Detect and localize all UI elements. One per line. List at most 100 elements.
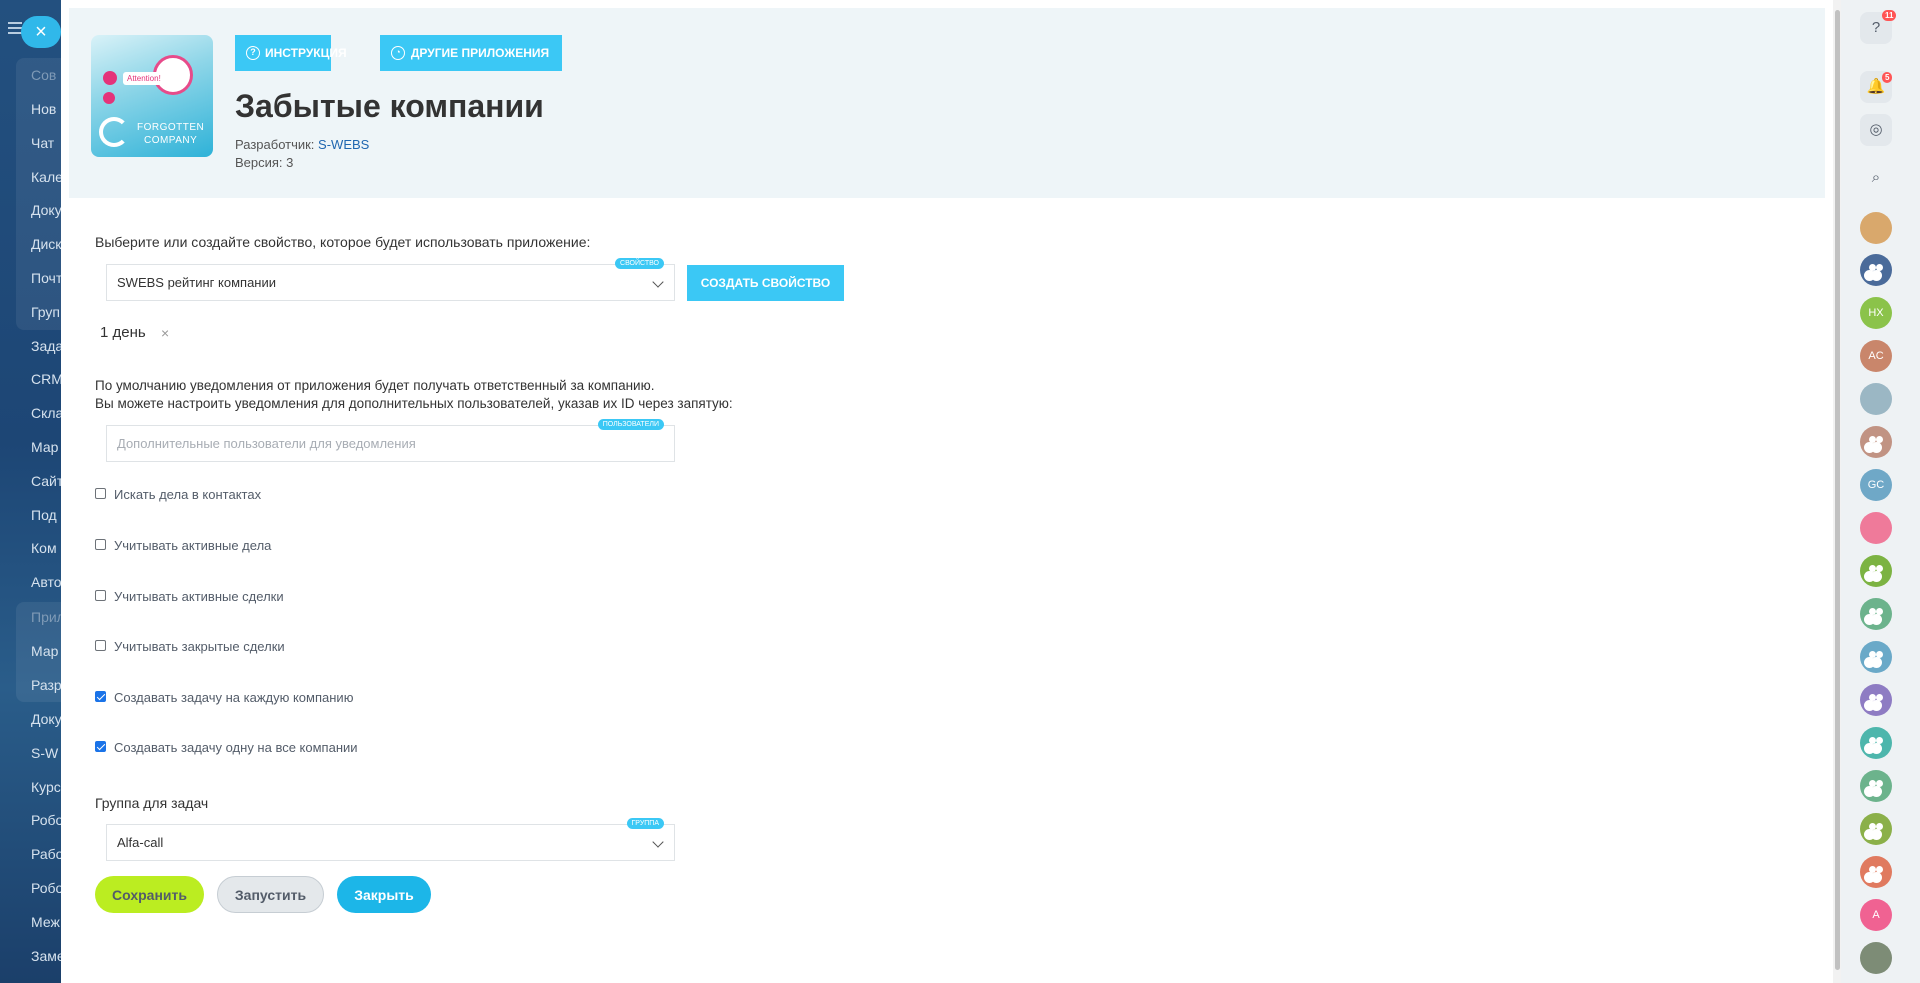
avatar[interactable] bbox=[1860, 212, 1892, 244]
checkbox[interactable] bbox=[95, 590, 106, 601]
property-select[interactable]: SWEBS рейтинг компании свойство bbox=[106, 258, 675, 301]
checkbox[interactable] bbox=[95, 640, 106, 651]
property-selected: SWEBS рейтинг компании bbox=[117, 275, 277, 290]
sidebar-item[interactable]: Разр bbox=[31, 677, 62, 693]
group-chat-icon[interactable] bbox=[1860, 770, 1892, 802]
users-tag: пользователи bbox=[597, 419, 664, 430]
developer-info: Разработчик: S-WEBS bbox=[235, 137, 369, 152]
other-apps-button[interactable]: ◔ Другие приложения bbox=[380, 35, 562, 71]
menu-icon[interactable] bbox=[8, 22, 22, 34]
sidebar-item[interactable]: Курс bbox=[31, 779, 61, 795]
sidebar-item[interactable]: Робо bbox=[31, 812, 63, 828]
instruction-button[interactable]: ? Инструкция bbox=[235, 35, 347, 71]
task-group-select[interactable]: Alfa-call группа bbox=[106, 818, 675, 861]
help-badge: 11 bbox=[1882, 10, 1897, 21]
version: Версия: 3 bbox=[235, 155, 294, 170]
sidebar-item[interactable]: Ком bbox=[31, 540, 57, 556]
sidebar-item[interactable]: Прил bbox=[31, 609, 65, 625]
sidebar-item[interactable]: Доку bbox=[31, 202, 62, 218]
sidebar-item[interactable]: Сайт bbox=[31, 473, 63, 489]
notify-line2: Вы можете настроить уведомления для допо… bbox=[95, 396, 733, 411]
sidebar-item[interactable]: Почт bbox=[31, 270, 62, 286]
close-slider-button[interactable]: × bbox=[21, 16, 61, 48]
sidebar-item[interactable]: Под bbox=[31, 507, 57, 523]
sidebar-item[interactable]: Заме bbox=[31, 948, 65, 964]
sidebar-item[interactable]: Робо bbox=[31, 880, 63, 896]
option-label: Создавать задачу на каждую компанию bbox=[114, 690, 354, 705]
checkbox[interactable] bbox=[95, 539, 106, 550]
avatar[interactable] bbox=[1860, 383, 1892, 415]
avatar[interactable]: GC bbox=[1860, 469, 1892, 501]
avatar[interactable]: A bbox=[1860, 899, 1892, 931]
option-label: Искать дела в контактах bbox=[114, 487, 262, 502]
app-panel: Attention! FORGOTTEN COMPANY ? Инструкци… bbox=[61, 0, 1833, 983]
save-button[interactable]: Сохранить bbox=[95, 876, 204, 913]
option-label: Создавать задачу одну на все компании bbox=[114, 740, 358, 755]
other-apps-label: Другие приложения bbox=[410, 46, 550, 60]
option-label: Учитывать активные сделки bbox=[114, 589, 284, 604]
chevron-down-icon bbox=[652, 836, 664, 848]
avatar[interactable] bbox=[1860, 942, 1892, 974]
chip-remove-icon[interactable]: × bbox=[161, 325, 169, 341]
group-chat-icon[interactable] bbox=[1860, 727, 1892, 759]
group-chat-icon[interactable] bbox=[1860, 598, 1892, 630]
sidebar-item[interactable]: Меж bbox=[31, 914, 60, 930]
check-icon bbox=[103, 92, 115, 104]
group-chat-icon[interactable] bbox=[1860, 641, 1892, 673]
close-button[interactable]: Закрыть bbox=[337, 876, 431, 913]
sidebar-item[interactable]: S-W bbox=[31, 745, 58, 761]
instruction-label: Инструкция bbox=[265, 46, 347, 60]
avatar[interactable]: AC bbox=[1860, 340, 1892, 372]
checkbox-checked[interactable] bbox=[95, 691, 106, 702]
property-tag: свойство bbox=[615, 258, 664, 269]
users-placeholder: Дополнительные пользователи для уведомле… bbox=[117, 436, 416, 451]
page-title: Забытые компании bbox=[235, 88, 544, 124]
sidebar-item[interactable]: Кале bbox=[31, 169, 63, 185]
sidebar-item[interactable]: Скла bbox=[31, 405, 63, 421]
group-chat-icon[interactable] bbox=[1860, 684, 1892, 716]
logo-line1: FORGOTTEN bbox=[137, 122, 205, 133]
sidebar-item[interactable]: Чат bbox=[31, 135, 54, 151]
apps-icon: ◔ bbox=[391, 46, 405, 60]
group-chat-icon[interactable] bbox=[1860, 555, 1892, 587]
task-group-selected: Alfa-call bbox=[117, 835, 164, 850]
users-input[interactable]: Дополнительные пользователи для уведомле… bbox=[106, 419, 675, 462]
developer-link[interactable]: S-WEBS bbox=[318, 137, 369, 152]
group-chat-icon[interactable] bbox=[1860, 813, 1892, 845]
logo-attention: Attention! bbox=[123, 72, 165, 85]
sidebar-item[interactable]: Груп bbox=[31, 304, 60, 320]
group-chat-icon[interactable] bbox=[1860, 856, 1892, 888]
task-group-tag: группа bbox=[626, 818, 664, 829]
sidebar-item[interactable]: Рабо bbox=[31, 846, 63, 862]
period-chip: 1 день bbox=[100, 324, 146, 341]
search-icon[interactable]: ⌕ bbox=[1860, 162, 1892, 194]
sidebar-item[interactable]: Зада bbox=[31, 338, 63, 354]
sidebar-item[interactable]: Мар bbox=[31, 439, 58, 455]
sidebar-item[interactable]: Сов bbox=[31, 67, 56, 83]
create-property-button[interactable]: Создать свойство bbox=[687, 265, 844, 301]
sidebar-item[interactable]: CRM bbox=[31, 371, 63, 387]
property-prompt: Выберите или создайте свойство, которое … bbox=[95, 234, 591, 250]
logo-text: FORGOTTEN COMPANY bbox=[137, 121, 204, 147]
logo-line2: COMPANY bbox=[143, 135, 198, 146]
sidebar-item[interactable]: Нов bbox=[31, 101, 56, 117]
sidebar-item[interactable]: Мар bbox=[31, 643, 58, 659]
sidebar-item[interactable]: Доку bbox=[31, 711, 62, 727]
sidebar-item[interactable]: Авто bbox=[31, 574, 62, 590]
chevron-down-icon bbox=[652, 276, 664, 288]
check-icon bbox=[103, 71, 117, 85]
group-chat-icon[interactable] bbox=[1860, 426, 1892, 458]
checkbox-checked[interactable] bbox=[95, 741, 106, 752]
avatar[interactable]: HX bbox=[1860, 297, 1892, 329]
option-label: Учитывать закрытые сделки bbox=[114, 639, 285, 654]
swirl-icon bbox=[99, 117, 129, 147]
scrollbar-thumb[interactable] bbox=[1835, 10, 1840, 970]
group-chat-icon[interactable] bbox=[1860, 254, 1892, 286]
checkbox[interactable] bbox=[95, 488, 106, 499]
chat-icon[interactable]: ◎ bbox=[1860, 114, 1892, 146]
left-sidebar: Сов Нов Чат Кале Доку Диск Почт Груп Зад… bbox=[0, 0, 70, 983]
option-label: Учитывать активные дела bbox=[114, 538, 272, 553]
run-button[interactable]: Запустить bbox=[217, 876, 324, 913]
sidebar-item[interactable]: Диск bbox=[31, 236, 61, 252]
open-line-icon[interactable] bbox=[1860, 512, 1892, 544]
